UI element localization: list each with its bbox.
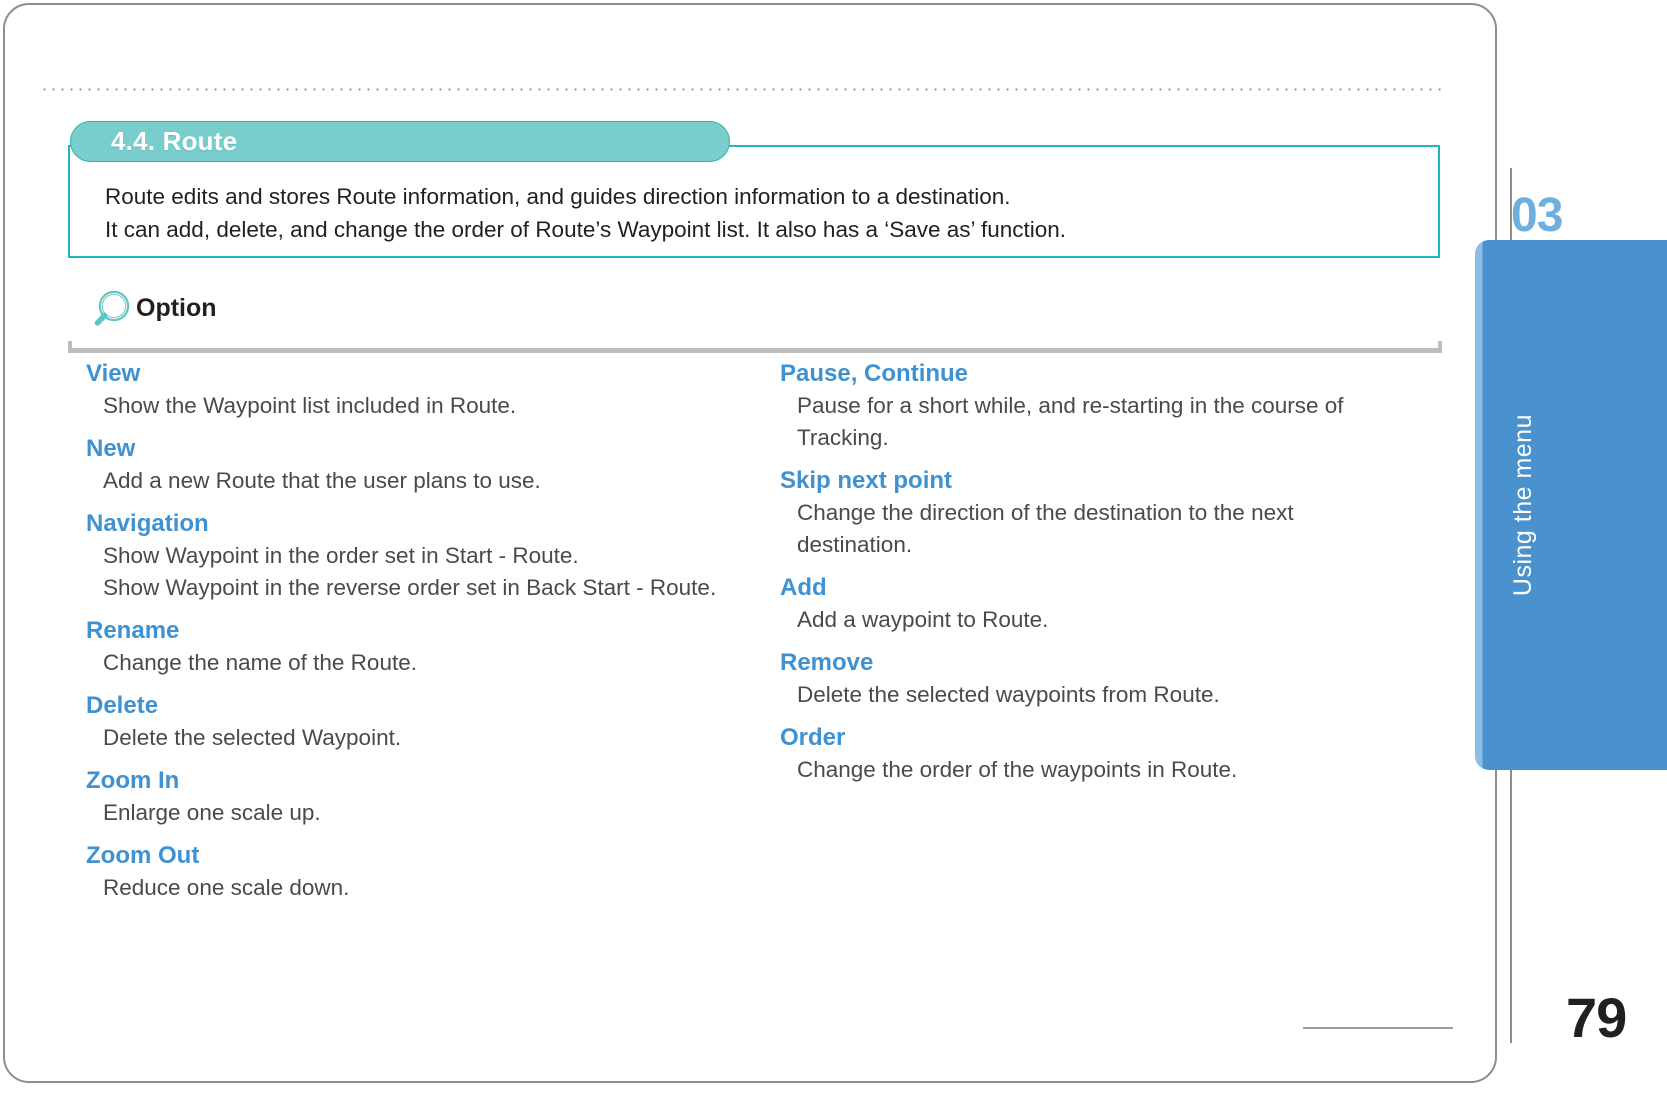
option-list-left: View Show the Waypoint list included in R… xyxy=(86,358,746,915)
option-term[interactable]: Order xyxy=(780,722,1400,754)
option-entry: New Add a new Route that the user plans t… xyxy=(86,433,746,497)
option-definition-line: Delete the selected waypoints from Route… xyxy=(797,682,1220,707)
option-entry: Zoom In Enlarge one scale up. xyxy=(86,765,746,829)
option-definition-line: Show Waypoint in the order set in Start … xyxy=(103,543,579,568)
option-definition-line: Reduce one scale down. xyxy=(103,875,350,900)
option-definition-line: Change the name of the Route. xyxy=(103,650,417,675)
section-title-badge: 4.4. Route xyxy=(70,121,730,162)
dotted-divider xyxy=(40,88,1445,91)
gutter-rule-bottom xyxy=(1510,765,1512,1043)
folio-rule xyxy=(1303,1027,1453,1029)
option-term[interactable]: Remove xyxy=(780,647,1400,679)
option-entry: Remove Delete the selected waypoints from… xyxy=(780,647,1400,711)
option-section-header: Option xyxy=(68,284,1448,354)
chapter-number: 03 xyxy=(1511,189,1563,242)
option-definition-line: destination. xyxy=(797,532,913,557)
option-term[interactable]: Zoom In xyxy=(86,765,746,797)
option-definition-line: Show Waypoint in the reverse order set i… xyxy=(103,575,717,600)
option-definition: Delete the selected Waypoint. xyxy=(86,722,746,754)
option-definition-line: Change the direction of the destination … xyxy=(797,500,1294,525)
option-definition: Add a new Route that the user plans to u… xyxy=(86,465,746,497)
option-list-right: Pause, Continue Pause for a short while, … xyxy=(780,358,1400,797)
option-definition: Change the order of the waypoints in Rou… xyxy=(780,754,1400,786)
option-entry: Delete Delete the selected Waypoint. xyxy=(86,690,746,754)
option-term[interactable]: Delete xyxy=(86,690,746,722)
chapter-tab-label: Using the menu xyxy=(1509,413,1537,597)
section-description-text: Route edits and stores Route information… xyxy=(105,180,1425,246)
option-definition-line: Add a new Route that the user plans to u… xyxy=(103,468,541,493)
option-entry: Pause, Continue Pause for a short while, … xyxy=(780,358,1400,454)
option-entry: Order Change the order of the waypoints i… xyxy=(780,722,1400,786)
option-term[interactable]: New xyxy=(86,433,746,465)
option-definition-line: Change the order of the waypoints in Rou… xyxy=(797,757,1238,782)
option-definition: Show Waypoint in the order set in Start … xyxy=(86,540,746,604)
option-definition: Change the direction of the destination … xyxy=(780,497,1400,561)
option-definition-line: Enlarge one scale up. xyxy=(103,800,321,825)
option-term[interactable]: Skip next point xyxy=(780,465,1400,497)
option-entry: Skip next point Change the direction of t… xyxy=(780,465,1400,561)
option-term[interactable]: Add xyxy=(780,572,1400,604)
option-term[interactable]: View xyxy=(86,358,746,390)
option-term[interactable]: Rename xyxy=(86,615,746,647)
option-definition-line: Show the Waypoint list included in Route… xyxy=(103,393,517,418)
option-term[interactable]: Zoom Out xyxy=(86,840,746,872)
chapter-tab-label-wrap: Using the menu xyxy=(1475,240,1667,770)
option-divider-rule xyxy=(68,348,1442,353)
option-divider-tick-right xyxy=(1438,341,1442,353)
option-definition: Show the Waypoint list included in Route… xyxy=(86,390,746,422)
option-entry: View Show the Waypoint list included in R… xyxy=(86,358,746,422)
option-term[interactable]: Pause, Continue xyxy=(780,358,1400,390)
option-definition-line: Pause for a short while, and re-starting… xyxy=(797,393,1344,418)
option-term[interactable]: Navigation xyxy=(86,508,746,540)
option-definition: Change the name of the Route. xyxy=(86,647,746,679)
option-definition: Pause for a short while, and re-starting… xyxy=(780,390,1400,454)
section-description-line: Route edits and stores Route information… xyxy=(105,184,1011,209)
option-definition-line: Delete the selected Waypoint. xyxy=(103,725,402,750)
magnifier-icon xyxy=(89,288,135,334)
option-definition: Enlarge one scale up. xyxy=(86,797,746,829)
option-entry: Rename Change the name of the Route. xyxy=(86,615,746,679)
option-divider-tick-left xyxy=(68,341,72,353)
option-definition-line: Tracking. xyxy=(797,425,889,450)
option-definition-line: Add a waypoint to Route. xyxy=(797,607,1049,632)
option-definition: Add a waypoint to Route. xyxy=(780,604,1400,636)
option-entry: Navigation Show Waypoint in the order set… xyxy=(86,508,746,604)
section-description-line: It can add, delete, and change the order… xyxy=(105,217,1066,242)
option-entry: Add Add a waypoint to Route. xyxy=(780,572,1400,636)
chapter-tab[interactable]: Using the menu xyxy=(1475,240,1667,770)
option-definition: Delete the selected waypoints from Route… xyxy=(780,679,1400,711)
page-number: 79 xyxy=(1566,986,1627,1049)
option-entry: Zoom Out Reduce one scale down. xyxy=(86,840,746,904)
option-definition: Reduce one scale down. xyxy=(86,872,746,904)
option-label: Option xyxy=(136,294,217,322)
section-title-label: 4.4. Route xyxy=(111,126,238,156)
